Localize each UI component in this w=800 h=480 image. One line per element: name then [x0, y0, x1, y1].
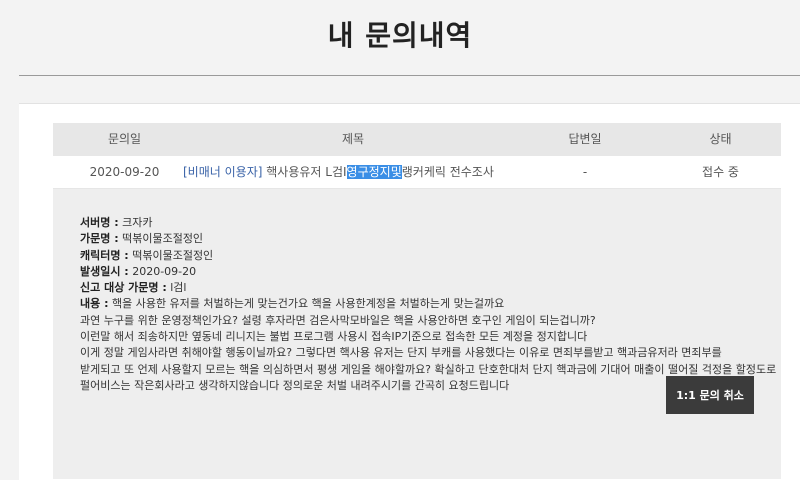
table-row[interactable]: 2020-09-20 [비매너 이용자] 핵사용유저 L검I영구정지및랭커케릭 …: [53, 156, 781, 189]
header-subject: 제목: [341, 132, 365, 146]
subject-highlighted-text: 영구정지및: [346, 165, 402, 179]
content-line: 내용 : 핵을 사용한 유저를 처벌하는게 맞는건가요 핵을 사용한계정을 처벌…: [80, 297, 505, 311]
header-inquiry-date: 문의일: [107, 132, 142, 146]
field-character: 캐릭터명 : 떡볶이물조절정인: [80, 248, 214, 262]
content-label: 내용 :: [80, 297, 109, 311]
detail-body: 서버명 : 크자카 가문명 : 떡볶이물조절정인 캐릭터명 : 떡볶이물조절정인…: [80, 215, 776, 394]
inquiry-subject-link[interactable]: [비매너 이용자] 핵사용유저 L검I영구정지및랭커케릭 전수조사: [183, 156, 503, 188]
inquiry-category: [비매너 이용자]: [183, 165, 263, 179]
inquiry-date: 2020-09-20: [89, 165, 160, 179]
content-line: 이런말 해서 죄송하지만 옆동네 리니지는 불법 프로그램 사용시 접속IP기준…: [80, 330, 588, 344]
field-reported-family: 신고 대상 가문명 : l검l: [80, 281, 187, 295]
status-badge: 접수 중: [702, 165, 739, 179]
field-family: 가문명 : 떡볶이물조절정인: [80, 232, 204, 246]
subject-text-end: 랭커케릭 전수조사: [401, 165, 494, 179]
title-divider: [19, 75, 800, 76]
content-line: 과연 누구를 위한 운영정책인가요? 설령 후자라면 검은사막모바일은 핵을 사…: [80, 313, 596, 327]
field-server: 서버명 : 크자카: [80, 216, 153, 229]
header-status: 상태: [709, 132, 732, 146]
page-title: 내 문의내역: [327, 19, 473, 52]
answer-date: -: [582, 165, 588, 179]
header-answer-date: 답변일: [568, 132, 602, 146]
subject-text: 핵사용유저 L검I: [266, 165, 347, 179]
cancel-inquiry-button[interactable]: 1:1 문의 취소: [666, 376, 754, 414]
content-line: 이게 정말 게임사라면 취해야할 행동이닐까요? 그렇다면 핵사용 유저는 단지…: [80, 346, 722, 360]
field-occurred-at: 발생일시 : 2020-09-20: [80, 264, 197, 278]
table-header: 문의일 제목 답변일 상태: [53, 123, 781, 156]
inquiry-detail: 서버명 : 크자카 가문명 : 떡볶이물조절정인 캐릭터명 : 떡볶이물조절정인…: [53, 189, 781, 479]
